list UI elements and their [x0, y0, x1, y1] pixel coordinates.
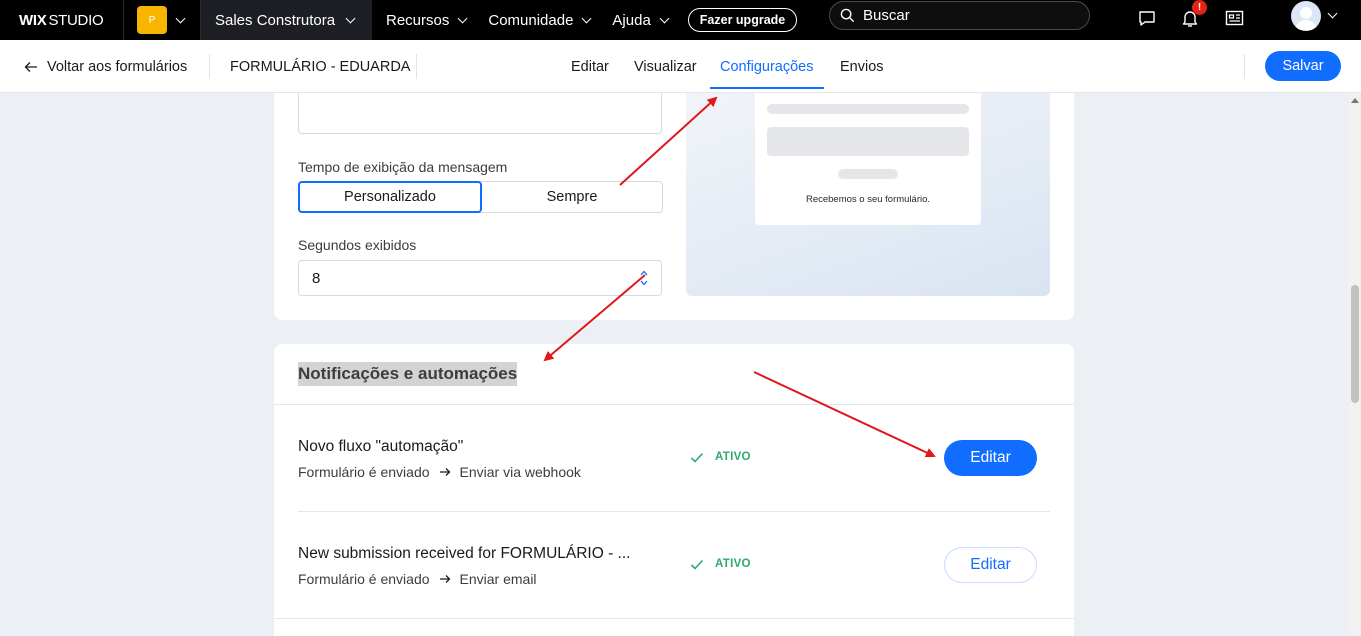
form-header: Voltar aos formulários FORMULÁRIO - EDUA… [0, 40, 1361, 93]
check-icon [690, 559, 704, 570]
divider [274, 404, 1074, 405]
page-scrollbar[interactable] [1349, 93, 1361, 636]
edit-button[interactable]: Editar [944, 440, 1037, 476]
logo-light-text: STUDIO [48, 11, 104, 29]
divider [1244, 54, 1245, 79]
automation-flow: Formulário é enviado Enviar via webhook [298, 464, 581, 480]
seconds-value: 8 [312, 269, 321, 287]
upgrade-button[interactable]: Fazer upgrade [687, 8, 798, 32]
wix-studio-logo[interactable]: WIX STUDIO [0, 0, 124, 40]
back-label: Voltar aos formulários [47, 58, 188, 75]
chat-icon[interactable] [1135, 6, 1159, 30]
notification-badge: ! [1192, 0, 1207, 15]
user-avatar[interactable] [1291, 1, 1321, 31]
message-textarea[interactable] [298, 93, 662, 134]
back-link[interactable]: Voltar aos formulários [24, 40, 187, 93]
menu-ajuda[interactable]: Ajuda [600, 0, 677, 40]
divider [416, 54, 417, 79]
chevron-down-icon [659, 13, 670, 23]
tab-configuracoes[interactable]: Configurações [710, 40, 823, 93]
action-text: Enviar via webhook [459, 464, 581, 480]
check-icon [690, 452, 704, 463]
form-title: FORMULÁRIO - EDUARDA [230, 58, 411, 75]
preview-line [767, 104, 969, 114]
tab-visualizar[interactable]: Visualizar [634, 40, 697, 93]
news-icon[interactable] [1222, 6, 1246, 30]
trigger-text: Formulário é enviado [298, 464, 430, 480]
status-badge: ATIVO [690, 558, 751, 570]
site-selector[interactable]: Sales Construtora [201, 0, 372, 40]
section-title: Notificações e automações [298, 362, 518, 386]
site-name: Sales Construtora [215, 11, 336, 29]
option-personalizado[interactable]: Personalizado [298, 181, 482, 213]
menu-label: Comunidade [488, 11, 574, 29]
trigger-text: Formulário é enviado [298, 571, 430, 587]
arrow-left-icon [24, 61, 37, 72]
logo-bold-text: WIX [19, 11, 47, 29]
automation-flow: Formulário é enviado Enviar email [298, 571, 537, 587]
bell-icon[interactable]: ! [1178, 0, 1207, 30]
workspace-switcher[interactable]: P [124, 0, 201, 40]
arrow-right-icon [439, 468, 450, 476]
message-preview: Recebemos o seu formulário. [686, 93, 1050, 296]
menu-label: Ajuda [612, 11, 651, 29]
workspace-avatar: P [137, 6, 167, 34]
preview-message: Recebemos o seu formulário. [805, 194, 931, 205]
arrow-right-icon [439, 575, 450, 583]
menu-recursos[interactable]: Recursos [372, 0, 476, 40]
action-text: Enviar email [459, 571, 537, 587]
message-settings-card: Tempo de exibição da mensagem Personaliz… [274, 93, 1074, 320]
seconds-stepper[interactable]: 8 [298, 260, 662, 296]
divider [274, 618, 1074, 619]
notifications-card: Notificações e automações Novo fluxo "au… [274, 344, 1074, 636]
chevron-down-icon [581, 13, 592, 23]
menu-label: Recursos [386, 11, 450, 29]
scroll-up-icon[interactable] [1351, 98, 1359, 103]
menu-comunidade[interactable]: Comunidade [476, 0, 600, 40]
save-button[interactable]: Salvar [1265, 51, 1341, 81]
chevron-down-icon [457, 13, 468, 23]
divider [298, 511, 1050, 512]
preview-card: Recebemos o seu formulário. [755, 93, 981, 225]
automation-title: Novo fluxo "automação" [298, 438, 464, 455]
top-bar: WIX STUDIO P Sales Construtora Recursos C… [0, 0, 1361, 40]
divider [209, 54, 210, 79]
search-input[interactable]: Buscar [829, 1, 1090, 30]
chevron-down-icon [345, 13, 356, 23]
scrollbar-thumb[interactable] [1351, 285, 1359, 403]
chevron-down-icon[interactable] [1327, 8, 1338, 19]
status-text: ATIVO [715, 451, 751, 463]
preview-line [838, 169, 898, 179]
tab-editar[interactable]: Editar [571, 40, 609, 93]
tab-envios[interactable]: Envios [840, 40, 884, 93]
display-time-label: Tempo de exibição da mensagem [298, 159, 508, 175]
status-badge: ATIVO [690, 451, 751, 463]
automation-title: New submission received for FORMULÁRIO -… [298, 545, 631, 562]
display-time-toggle: Personalizado Sempre [298, 181, 663, 213]
option-sempre[interactable]: Sempre [482, 182, 662, 212]
chevron-down-icon [175, 13, 186, 23]
status-text: ATIVO [715, 558, 751, 570]
stepper-arrows-icon[interactable] [639, 268, 649, 288]
search-icon [840, 8, 855, 23]
preview-block [767, 127, 969, 156]
search-placeholder: Buscar [863, 7, 910, 24]
seconds-label: Segundos exibidos [298, 237, 417, 253]
edit-button[interactable]: Editar [944, 547, 1037, 583]
